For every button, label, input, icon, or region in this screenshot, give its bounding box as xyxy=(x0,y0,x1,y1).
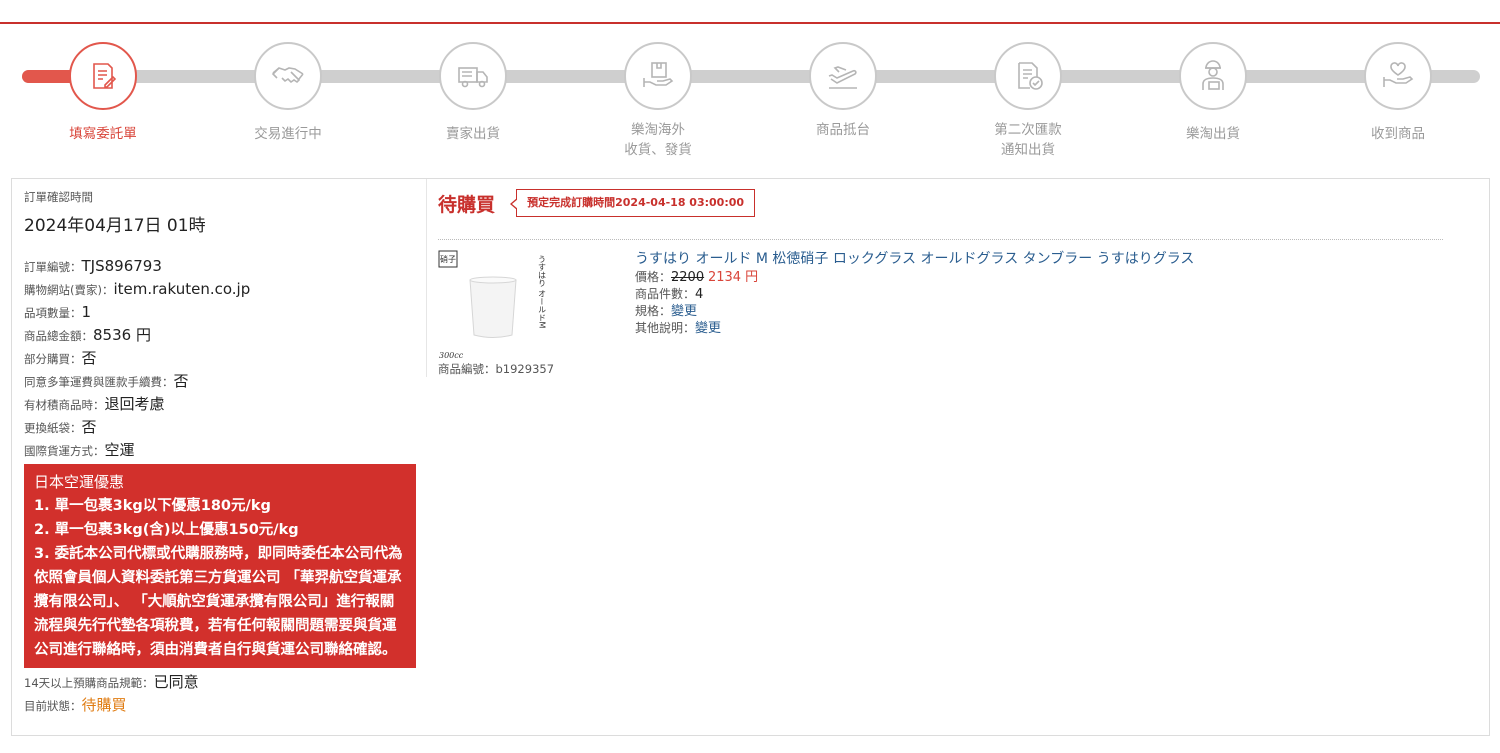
document-check-icon xyxy=(1018,62,1043,90)
field-partial-purchase: 部分購買：否 xyxy=(24,349,97,367)
step-label: 賣家出貨 xyxy=(446,126,500,142)
step-label: 樂淘出貨 xyxy=(1186,126,1240,142)
step-circle xyxy=(439,42,507,110)
order-progress: 填寫委託單 交易進行中 賣家出貨 樂淘海外 收貨、發貨 商品抵台 第二次匯款 通… xyxy=(0,40,1500,170)
handshake-icon xyxy=(271,67,304,84)
product-quantity: 商品件數：4 xyxy=(635,287,704,302)
field-current-status: 目前狀態：待購買 xyxy=(24,696,127,714)
field-total-amount: 商品總金額：8536 円 xyxy=(24,326,151,344)
step-label-line2: 收貨、發貨 xyxy=(624,142,692,158)
air-shipping-promo: 日本空運優惠 1. 單一包裹3kg以下優惠180元/kg 2. 單一包裹3kg(… xyxy=(24,464,416,668)
order-status-title: 待購買 xyxy=(438,193,496,216)
deadline-badge: 預定完成訂購時間2024-04-18 03:00:00 xyxy=(510,189,756,217)
column-divider xyxy=(426,179,427,377)
current-price: 2134 円 xyxy=(707,270,759,285)
top-accent-line xyxy=(0,22,1500,24)
promo-line: 3. 委託本公司代標或代購服務時，即同時委任本公司代為依照會員個人資料委託第三方… xyxy=(34,546,403,658)
product-code: 商品編號：b1929357 xyxy=(438,362,555,376)
promo-line: 2. 單一包裹3kg(含)以上優惠150元/kg xyxy=(34,522,299,538)
thumb-capacity: 300cc xyxy=(439,351,464,360)
step-arrive-taiwan: 商品抵台 xyxy=(763,40,923,140)
field-shipping-method: 國際貨運方式：空運 xyxy=(24,441,135,459)
note-change-link[interactable]: 變更 xyxy=(695,321,721,336)
promo-line: 1. 單一包裹3kg以下優惠180元/kg xyxy=(34,498,271,514)
step-label: 交易進行中 xyxy=(254,126,322,142)
step-circle xyxy=(254,42,322,110)
delivery-person-icon xyxy=(1202,60,1224,90)
form-edit-icon xyxy=(93,63,117,89)
heart-hand-icon xyxy=(1383,62,1414,87)
order-items: 待購買 預定完成訂購時間2024-04-18 03:00:00 硝子 うすはり … xyxy=(438,189,1443,376)
spec-change-link[interactable]: 變更 xyxy=(671,304,697,319)
field-paper-bag: 更換紙袋：否 xyxy=(24,418,97,436)
order-info: 訂單確認時間 2024年04月17日 01時 訂單編號：TJS896793 購物… xyxy=(24,189,416,716)
product-info: うすはり オールド M 松徳硝子 ロックグラス オールドグラス タンブラー うす… xyxy=(635,249,1194,337)
status-value: 待購買 xyxy=(81,696,127,714)
step-receive-goods: 收到商品 xyxy=(1318,40,1478,144)
step-trading: 交易進行中 xyxy=(208,40,368,144)
step-seller-ship: 賣家出貨 xyxy=(393,40,553,144)
promo-title: 日本空運優惠 xyxy=(34,473,125,491)
step-circle xyxy=(809,42,877,110)
product-title-link[interactable]: うすはり オールド M 松徳硝子 ロックグラス オールドグラス タンブラー うす… xyxy=(635,249,1194,269)
product-spec: 規格：變更 xyxy=(635,304,698,319)
dotted-divider xyxy=(438,239,1443,240)
step-circle xyxy=(69,42,137,110)
step-circle xyxy=(624,42,692,110)
thumb-label-box: 硝子 xyxy=(440,254,456,264)
field-shop-site: 購物網站(賣家)：item.rakuten.co.jp xyxy=(24,280,251,298)
product-thumbnail[interactable]: 硝子 うすはり オールドM 300cc xyxy=(438,249,558,364)
original-price: 2200 xyxy=(671,270,705,285)
truck-icon xyxy=(458,67,488,88)
product-note: 其他說明：變更 xyxy=(635,321,722,336)
thumb-label-vertical: うすはり オールドM xyxy=(538,255,547,329)
order-detail-panel: 訂單確認時間 2024年04月17日 01時 訂單編號：TJS896793 購物… xyxy=(11,178,1490,736)
step-label: 第二次匯款 xyxy=(994,122,1062,138)
step-circle xyxy=(1364,42,1432,110)
field-item-count: 品項數量：1 xyxy=(24,303,92,321)
field-preorder-rules: 14天以上預購商品規範：已同意 xyxy=(24,673,199,691)
step-label: 填寫委託單 xyxy=(69,126,137,142)
step-label: 收到商品 xyxy=(1371,126,1425,142)
step-label-line2: 通知出貨 xyxy=(1001,142,1055,158)
package-hand-icon xyxy=(643,62,674,87)
step-label: 商品抵台 xyxy=(816,122,870,138)
confirm-time-value: 2024年04月17日 01時 xyxy=(24,216,206,236)
airplane-icon xyxy=(828,66,857,89)
step-second-payment: 第二次匯款 通知出貨 xyxy=(948,40,1108,160)
field-agree-fees: 同意多筆運費與匯款手續費：否 xyxy=(24,372,189,390)
order-fields: 訂單編號：TJS896793 購物網站(賣家)：item.rakuten.co.… xyxy=(24,254,416,461)
step-letao-ship: 樂淘出貨 xyxy=(1133,40,1293,144)
confirm-time-label: 訂單確認時間 xyxy=(24,190,93,204)
field-order-number: 訂單編號：TJS896793 xyxy=(24,257,162,275)
step-overseas-receive: 樂淘海外 收貨、發貨 xyxy=(578,40,738,160)
step-circle xyxy=(994,42,1062,110)
step-label: 樂淘海外 xyxy=(631,122,685,138)
product-price: 價格：2200 2134 円 xyxy=(635,270,759,285)
step-fill-order: 填寫委託單 xyxy=(23,40,183,144)
step-circle xyxy=(1179,42,1247,110)
field-volume-items: 有材積商品時：退回考慮 xyxy=(24,395,165,413)
